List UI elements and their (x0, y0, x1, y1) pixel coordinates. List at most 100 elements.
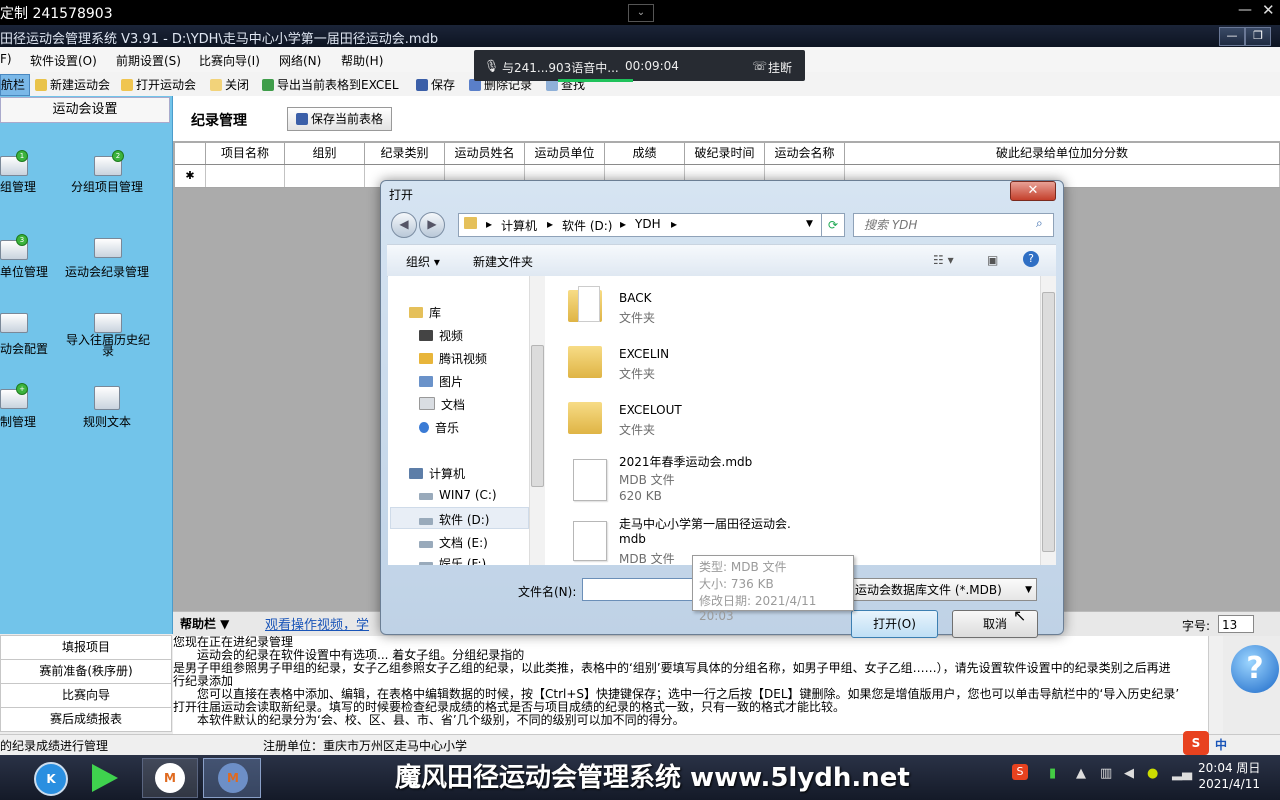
nav-scrollbar-thumb[interactable] (531, 345, 544, 487)
nav-group-event-manage[interactable]: 分组项目管理 (71, 178, 143, 195)
import-history-icon[interactable] (94, 313, 122, 333)
nav-unit-manage[interactable]: 单位管理 (0, 263, 48, 280)
mdb-file-icon[interactable] (573, 521, 607, 561)
tree-drive-f[interactable]: 娱乐 (F:) (419, 555, 486, 565)
nav-bar-tab[interactable]: 航栏 (0, 74, 30, 96)
voice-hangup-button[interactable]: 挂断 (768, 59, 792, 76)
help-scrollbar[interactable] (1208, 636, 1223, 734)
folder-icon[interactable] (568, 342, 602, 380)
col-record-type[interactable]: 纪录类别 (365, 143, 445, 164)
col-meet-name[interactable]: 运动会名称 (765, 143, 845, 164)
ime-mode-label[interactable]: 中 (1215, 736, 1227, 753)
battery-icon[interactable]: ▮ (1049, 766, 1056, 781)
voice-hangup-icon[interactable]: ☏ (752, 59, 767, 73)
collapse-chevron-icon[interactable]: ⌄ (628, 4, 654, 22)
view-options-icon[interactable]: ☷ ▾ (933, 253, 954, 267)
menu-pre-settings[interactable]: 前期设置(S) (116, 52, 181, 69)
back-arrow-icon[interactable]: ◀ (391, 212, 417, 238)
tree-library[interactable]: 库 (409, 304, 441, 321)
signal-icon[interactable]: ▂▄ (1172, 766, 1192, 781)
volume-icon[interactable]: ◀ (1124, 766, 1134, 781)
col-break-time[interactable]: 破纪录时间 (685, 143, 765, 164)
organize-button[interactable]: 组织 ▾ (406, 253, 440, 270)
nav-group-manage[interactable]: 组管理 (0, 178, 36, 195)
nav-import-history[interactable]: 导入往届历史纪录 (65, 334, 151, 357)
address-dropdown-icon[interactable]: ▼ (806, 219, 813, 229)
search-box[interactable]: ⌕ (853, 213, 1054, 237)
close-meet-button[interactable]: 关闭 (210, 76, 249, 93)
tree-drive-e[interactable]: 文档 (E:) (419, 534, 488, 551)
tree-music[interactable]: 音乐 (419, 419, 459, 436)
col-group[interactable]: 组别 (285, 143, 365, 164)
help-question-icon[interactable]: ? (1231, 645, 1279, 693)
menu-software-settings[interactable]: 软件设置(O) (30, 52, 97, 69)
app-athletics-icon[interactable]: M (203, 758, 261, 798)
menu-file[interactable]: F) (0, 52, 12, 66)
save-table-button[interactable]: 保存当前表格 (287, 107, 392, 131)
address-bar[interactable]: ▸ 计算机 ▸ 软件 (D:) ▸ YDH ▸ ▼ (458, 213, 822, 237)
mdb-file-icon[interactable] (573, 459, 607, 501)
cell[interactable] (206, 165, 285, 187)
cell[interactable] (285, 165, 365, 187)
minimize-button[interactable]: — (1238, 2, 1252, 18)
network-icon[interactable]: ▥ (1100, 766, 1112, 781)
help-video-link[interactable]: 观看操作视频，学 (265, 614, 369, 633)
col-score[interactable]: 成绩 (605, 143, 685, 164)
file-name[interactable]: 2021年春季运动会.mdb (619, 453, 752, 470)
export-excel-button[interactable]: 导出当前表格到EXCEL (262, 76, 399, 93)
breadcrumb-drive-d[interactable]: 软件 (D:) (562, 217, 612, 234)
tree-pictures[interactable]: 图片 (419, 373, 463, 390)
app-k-icon[interactable]: K (22, 758, 76, 796)
col-athlete-name[interactable]: 运动员姓名 (445, 143, 525, 164)
search-icon[interactable]: ⌕ (1036, 216, 1043, 231)
tree-drive-c[interactable]: WIN7 (C:) (419, 488, 497, 502)
nav-meet-config[interactable]: 动会配置 (0, 340, 48, 357)
meet-config-icon[interactable] (0, 313, 28, 333)
sogou-ime-icon[interactable]: S (1183, 731, 1209, 755)
file-name[interactable]: 走马中心小学第一届田径运动会. (619, 515, 791, 532)
open-meet-button[interactable]: 打开运动会 (121, 76, 196, 93)
close-button[interactable]: ✕ (1262, 1, 1275, 19)
filetype-select[interactable]: 运动会数据库文件 (*.MDB) ▼ (851, 578, 1037, 601)
rules-text-icon[interactable] (94, 386, 120, 410)
new-folder-button[interactable]: 新建文件夹 (473, 253, 533, 270)
nav-fill-events[interactable]: 填报项目 (0, 635, 172, 660)
font-size-stepper[interactable]: 13 (1218, 615, 1254, 633)
app-m-icon[interactable]: M (142, 758, 198, 798)
dialog-close-button[interactable]: ✕ (1010, 181, 1056, 201)
tree-computer[interactable]: 计算机 (409, 465, 465, 482)
window-restore-button[interactable]: ❐ (1245, 27, 1271, 46)
nav-rules-text[interactable]: 规则文本 (83, 413, 131, 430)
tree-video[interactable]: 视频 (419, 327, 463, 344)
file-name[interactable]: BACK (619, 291, 651, 305)
nav-system-manage[interactable]: 制管理 (0, 413, 36, 430)
tray-expand-icon[interactable]: ▲ (1076, 766, 1086, 781)
open-button[interactable]: 打开(O) (851, 610, 938, 638)
left-panel-header[interactable]: 运动会设置 (0, 97, 170, 123)
breadcrumb-computer[interactable]: 计算机 (501, 217, 537, 234)
save-button[interactable]: 保存 (416, 76, 455, 93)
file-name-line2[interactable]: mdb (619, 532, 646, 546)
security-icon[interactable]: ● (1147, 766, 1158, 781)
breadcrumb-ydh[interactable]: YDH (635, 217, 661, 231)
new-meet-button[interactable]: 新建运动会 (35, 76, 110, 93)
menu-help[interactable]: 帮助(H) (341, 52, 383, 69)
col-athlete-unit[interactable]: 运动员单位 (525, 143, 605, 164)
menu-match-wizard[interactable]: 比赛向导(I) (199, 52, 260, 69)
tree-drive-d[interactable]: 软件 (D:) (419, 511, 489, 528)
folder-icon[interactable] (568, 286, 602, 324)
refresh-icon[interactable]: ⟳ (821, 213, 845, 237)
tree-documents[interactable]: 文档 (419, 396, 465, 413)
forward-arrow-icon[interactable]: ▶ (419, 212, 445, 238)
help-icon[interactable]: ? (1023, 251, 1039, 267)
window-minimize-button[interactable]: — (1219, 27, 1245, 46)
file-name[interactable]: EXCELIN (619, 347, 669, 361)
clock[interactable]: 20:04 周日 2021/4/11 (1198, 760, 1260, 792)
nav-record-manage[interactable]: 运动会纪录管理 (65, 263, 149, 280)
help-title[interactable]: 帮助栏 ▼ (180, 615, 229, 632)
folder-icon[interactable] (568, 398, 602, 436)
menu-network[interactable]: 网络(N) (279, 52, 321, 69)
col-bonus-points[interactable]: 破此纪录给单位加分分数 (845, 143, 1280, 164)
search-input[interactable] (862, 216, 1036, 234)
file-name[interactable]: EXCELOUT (619, 403, 682, 417)
